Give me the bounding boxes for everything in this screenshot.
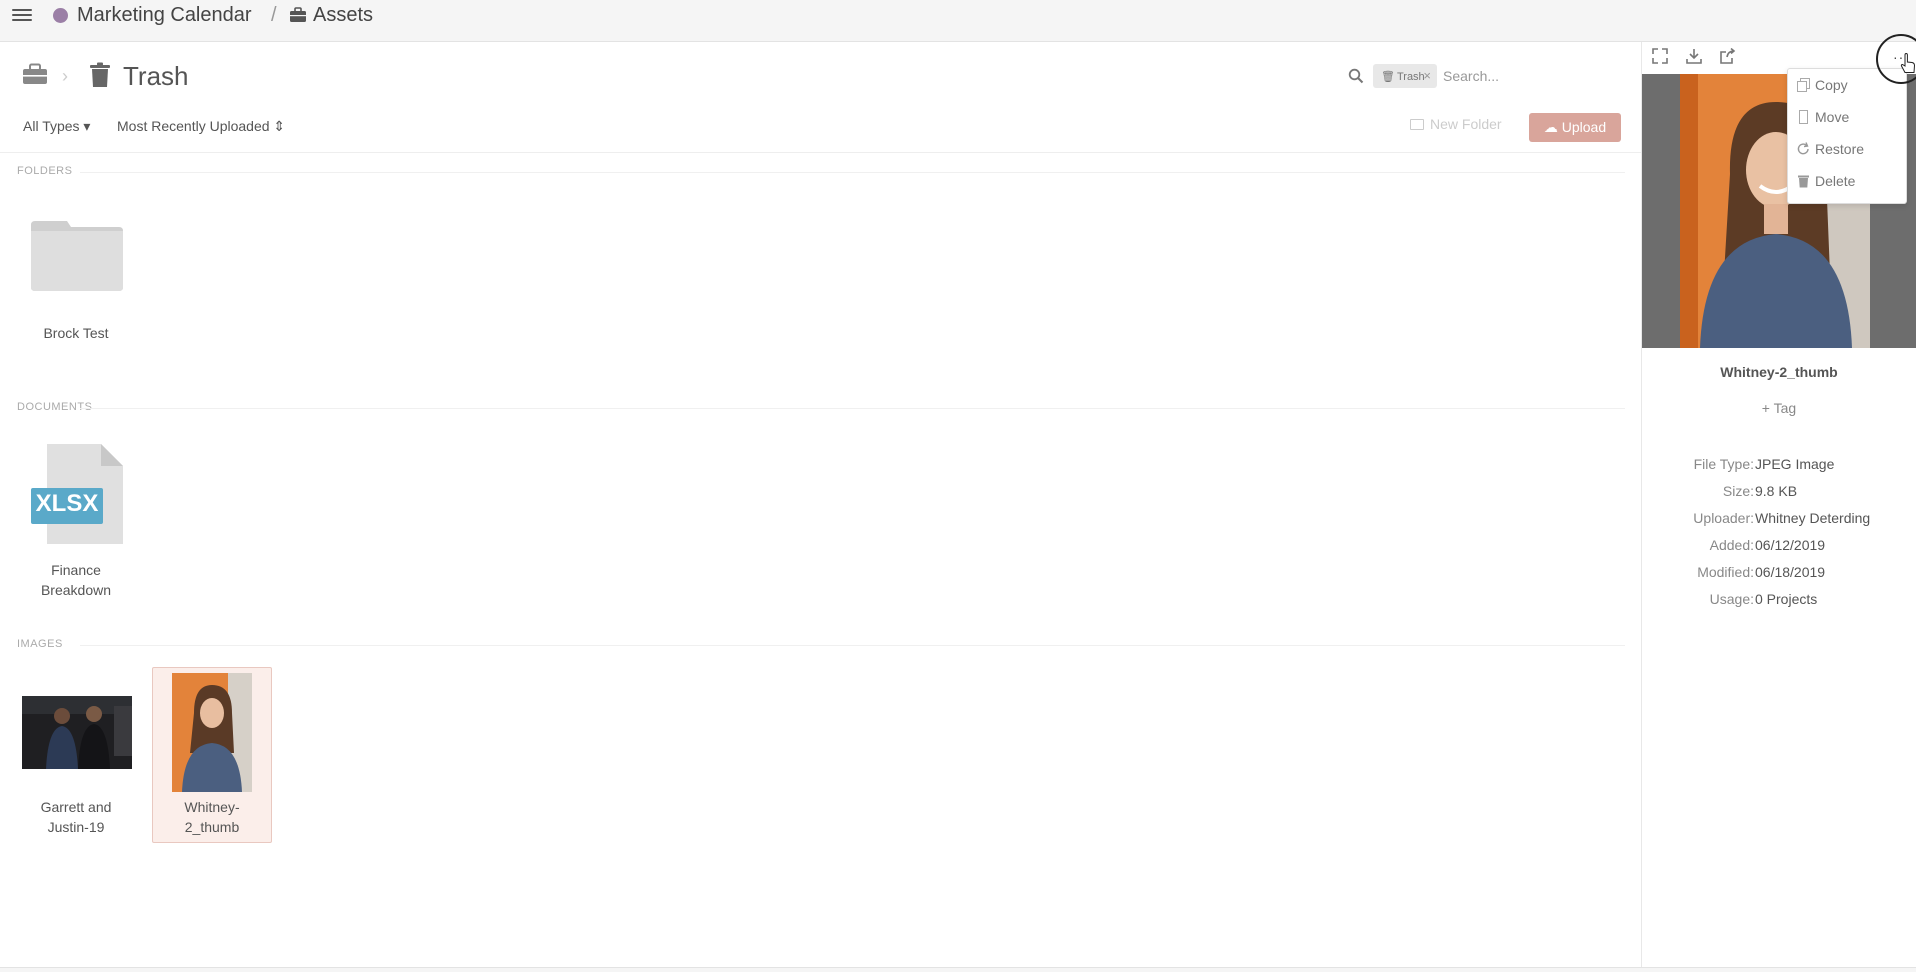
section-rule: [80, 408, 1625, 409]
menu-label-restore: Restore: [1815, 141, 1865, 157]
menu-item-move[interactable]: Move: [1788, 101, 1906, 133]
detail-label: Uploader:: [1693, 510, 1754, 526]
menu-label-copy: Copy: [1815, 77, 1848, 93]
assets-home-icon[interactable]: [22, 63, 48, 85]
menu-item-delete[interactable]: Delete: [1788, 165, 1906, 197]
copy-icon: [1797, 78, 1810, 92]
detail-value: JPEG Image: [1755, 456, 1835, 472]
trash-filter-chip: 🗑 Trash ×: [1373, 64, 1437, 88]
breadcrumb-project[interactable]: Marketing Calendar: [77, 4, 252, 27]
heading-chevron: ›: [62, 66, 68, 86]
whitney-thumbnail[interactable]: [172, 673, 252, 792]
top-bar: Marketing Calendar / Assets: [0, 0, 1916, 42]
detail-value: Whitney Deterding: [1755, 510, 1871, 526]
cloud-upload-icon: ☁: [1543, 119, 1558, 135]
share-icon[interactable]: [1720, 48, 1736, 64]
expand-icon[interactable]: [1652, 48, 1668, 64]
upload-button[interactable]: ☁ Upload: [1529, 113, 1621, 142]
xlsx-badge: XLSX: [35, 490, 99, 517]
image-tile-whitney[interactable]: Whitney- 2_thumb: [153, 797, 271, 837]
document-name-line1: Finance: [51, 562, 101, 578]
add-tag-button[interactable]: + Tag: [1642, 400, 1916, 416]
search-input[interactable]: [1437, 64, 1617, 88]
detail-value: 06/12/2019: [1755, 537, 1826, 553]
menu-item-restore[interactable]: Restore: [1788, 133, 1906, 165]
search-icon[interactable]: [1348, 68, 1364, 84]
page-title: Trash: [123, 61, 189, 91]
hamburger-menu-icon[interactable]: [12, 6, 32, 24]
sort-dropdown[interactable]: Most Recently Uploaded ⇕: [117, 118, 285, 135]
trash-icon: [90, 62, 110, 87]
move-icon: [1799, 110, 1808, 124]
new-folder-label: New Folder: [1430, 116, 1502, 132]
upload-label: Upload: [1561, 119, 1607, 135]
folder-tile[interactable]: Brock Test: [17, 323, 135, 343]
detail-label: Usage:: [1709, 591, 1754, 607]
new-folder-button[interactable]: New Folder: [1410, 116, 1502, 132]
restore-icon: [1797, 142, 1809, 155]
detail-value: 9.8 KB: [1755, 483, 1798, 499]
section-label-images: IMAGES: [17, 638, 63, 650]
breadcrumb-assets[interactable]: Assets: [313, 4, 373, 27]
detail-file-name: Whitney-2_thumb: [1720, 364, 1838, 380]
detail-label: Modified:: [1697, 564, 1754, 580]
project-color-dot: [53, 8, 68, 23]
detail-label: File Type:: [1693, 456, 1754, 472]
image-name-line2: Justin-19: [47, 819, 105, 835]
section-rule: [80, 172, 1625, 173]
document-name-line2: Breakdown: [40, 582, 112, 598]
bottom-bar: [0, 967, 1916, 972]
image-name-line2: 2_thumb: [184, 819, 240, 835]
garrett-justin-thumbnail[interactable]: [22, 696, 132, 769]
folder-icon[interactable]: [31, 221, 123, 291]
menu-label-delete: Delete: [1815, 173, 1856, 189]
hand-cursor-icon: [1900, 53, 1916, 73]
section-rule: [80, 645, 1625, 646]
section-label-folders: FOLDERS: [17, 165, 73, 177]
trash-icon: [1798, 175, 1809, 188]
briefcase-icon: [290, 7, 306, 22]
menu-label-move: Move: [1815, 109, 1850, 125]
image-tile-garrett[interactable]: Garrett and Justin-19: [17, 797, 135, 837]
type-filter-dropdown[interactable]: All Types ▾: [23, 118, 90, 135]
detail-value: 0 Projects: [1755, 591, 1818, 607]
detail-value: 06/18/2019: [1755, 564, 1826, 580]
chip-label: Trash: [1396, 71, 1425, 83]
document-tile[interactable]: Finance Breakdown: [17, 560, 135, 600]
detail-label: Added:: [1709, 537, 1754, 553]
image-name-line1: Whitney-: [184, 799, 240, 815]
header-divider: [0, 152, 1641, 153]
folder-name: Brock Test: [43, 325, 109, 341]
image-name-line1: Garrett and: [40, 799, 112, 815]
chip-close-icon[interactable]: ×: [1423, 68, 1431, 83]
breadcrumb-separator: /: [271, 4, 277, 26]
detail-label: Size:: [1722, 483, 1754, 499]
context-menu: Copy Move Restore Delete: [1787, 68, 1907, 204]
download-icon[interactable]: [1686, 48, 1702, 64]
chip-trash-icon: 🗑: [1381, 71, 1395, 83]
folder-plus-icon: [1410, 119, 1424, 130]
section-label-documents: DOCUMENTS: [17, 401, 93, 413]
